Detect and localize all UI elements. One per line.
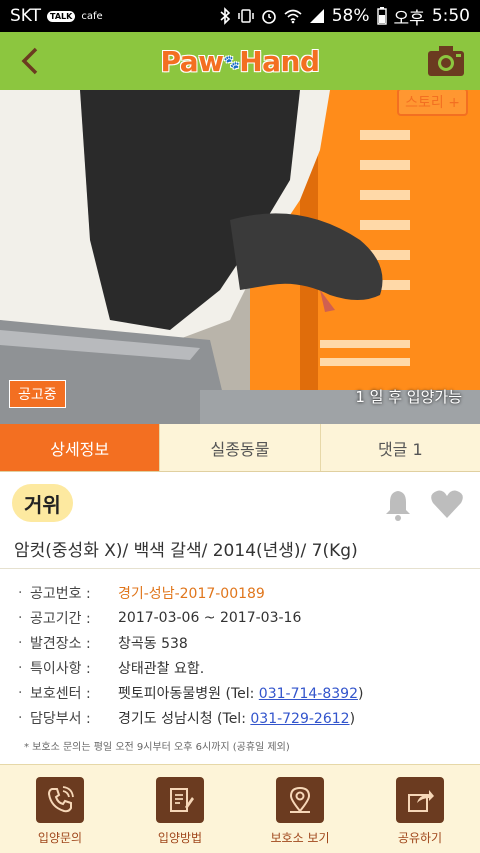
shelter-hours-note: * 보호소 문의는 평일 오전 9시부터 오후 6시까지 (공휴일 제외) bbox=[24, 742, 290, 753]
phone-icon bbox=[36, 777, 84, 823]
camera-icon bbox=[428, 46, 464, 76]
bell-icon[interactable] bbox=[382, 488, 414, 522]
detail-row-notice-period: · 공고기간 : 2017-03-06 ~ 2017-03-16 bbox=[18, 605, 468, 630]
battery-icon bbox=[376, 7, 387, 25]
detail-row-shelter: · 보호센터 : 펫토피아동물병원 (Tel: 031-714-8392) bbox=[18, 680, 468, 705]
ampm-label: 오후 bbox=[393, 8, 425, 29]
status-bar: SKT TALK cafe 58% 오후 5:50 bbox=[0, 0, 480, 32]
wifi-icon bbox=[284, 9, 302, 24]
tab-bar: 상세정보 실종동물 댓글 1 bbox=[0, 424, 480, 472]
bottom-label: 입양방법 bbox=[157, 831, 203, 845]
bottom-label: 공유하기 bbox=[397, 831, 443, 845]
animal-header: 거위 bbox=[0, 478, 480, 530]
share-icon bbox=[396, 777, 444, 823]
share-button[interactable]: 공유하기 bbox=[360, 765, 480, 853]
alarm-icon bbox=[261, 10, 276, 24]
paw-print-icon: 🐾 bbox=[223, 55, 240, 70]
adoption-method-button[interactable]: 입양방법 bbox=[120, 765, 240, 853]
adoption-availability: 1 일 후 입양가능 bbox=[355, 388, 462, 406]
back-button[interactable] bbox=[14, 42, 44, 80]
chevron-left-icon bbox=[21, 47, 38, 75]
section-divider bbox=[0, 568, 480, 569]
detail-label: 공고번호 : bbox=[30, 585, 91, 602]
detail-label: 발견장소 : bbox=[30, 635, 91, 652]
paren-close: ) bbox=[349, 710, 356, 727]
detail-row-found-place: · 발견장소 : 창곡동 538 bbox=[18, 630, 468, 655]
bluetooth-icon bbox=[220, 7, 230, 25]
detail-label: 특이사항 : bbox=[30, 660, 91, 677]
signal-icon bbox=[309, 9, 324, 23]
bullet: · bbox=[18, 634, 23, 651]
bullet: · bbox=[18, 684, 23, 701]
shelter-name: 펫토피아동물병원 (Tel: 031-714-8392) bbox=[118, 683, 363, 703]
kakaotalk-icon: TALK bbox=[47, 10, 76, 22]
clock: 5:50 bbox=[431, 6, 470, 26]
department-name: 경기도 성남시청 (Tel: 031-729-2612) bbox=[118, 708, 355, 728]
notice-number: 경기-성남-2017-00189 bbox=[118, 585, 265, 602]
notice-period: 2017-03-06 ~ 2017-03-16 bbox=[118, 609, 302, 626]
animal-summary: 암컷(중성화 X)/ 백색 갈색/ 2014(년생)/ 7(Kg) bbox=[14, 541, 358, 561]
detail-label: 담당부서 : bbox=[30, 710, 91, 727]
status-badge: 공고중 bbox=[9, 380, 66, 408]
found-place: 창곡동 538 bbox=[118, 635, 188, 652]
logo-text-paw: Paw bbox=[160, 44, 224, 78]
tab-details[interactable]: 상세정보 bbox=[0, 424, 161, 471]
cafe-notification: cafe bbox=[81, 10, 103, 22]
view-shelter-button[interactable]: 보호소 보기 bbox=[240, 765, 360, 853]
story-button[interactable]: 스토리 + bbox=[397, 90, 468, 116]
app-bar: Paw🐾Hand bbox=[0, 32, 480, 90]
document-icon bbox=[156, 777, 204, 823]
bullet: · bbox=[18, 584, 23, 601]
bullet: · bbox=[18, 609, 23, 626]
detail-row-special-notes: · 특이사항 : 상태관찰 요함. bbox=[18, 655, 468, 680]
bullet: · bbox=[18, 709, 23, 726]
bottom-label: 보호소 보기 bbox=[270, 831, 330, 845]
shelter-text: 펫토피아동물병원 (Tel: bbox=[118, 685, 259, 702]
detail-label: 보호센터 : bbox=[30, 685, 91, 702]
detail-label: 공고기간 : bbox=[30, 610, 91, 627]
location-pin-icon bbox=[276, 777, 324, 823]
animal-details: · 공고번호 : 경기-성남-2017-00189 · 공고기간 : 2017-… bbox=[18, 580, 468, 730]
tab-missing-animals[interactable]: 실종동물 bbox=[160, 424, 321, 471]
bottom-label: 입양문의 bbox=[37, 831, 83, 845]
carrier-label: SKT bbox=[10, 6, 42, 26]
goose-photo-illustration bbox=[0, 90, 480, 424]
animal-photo[interactable]: 스토리 + 공고중 1 일 후 입양가능 bbox=[0, 90, 480, 424]
app-logo: Paw🐾Hand bbox=[160, 44, 320, 78]
detail-row-notice-number: · 공고번호 : 경기-성남-2017-00189 bbox=[18, 580, 468, 605]
heart-icon[interactable] bbox=[430, 488, 464, 520]
detail-row-department: · 담당부서 : 경기도 성남시청 (Tel: 031-729-2612) bbox=[18, 705, 468, 730]
department-phone-link[interactable]: 031-729-2612 bbox=[250, 711, 349, 727]
department-text: 경기도 성남시청 (Tel: bbox=[118, 710, 251, 727]
adoption-inquiry-button[interactable]: 입양문의 bbox=[0, 765, 120, 853]
tab-comments[interactable]: 댓글 1 bbox=[321, 424, 480, 471]
camera-button[interactable] bbox=[426, 44, 466, 78]
battery-percent: 58% bbox=[331, 6, 370, 26]
special-notes: 상태관찰 요함. bbox=[118, 660, 205, 677]
bottom-action-bar: 입양문의 입양방법 보호소 보기 공유하기 bbox=[0, 764, 480, 853]
shelter-phone-link[interactable]: 031-714-8392 bbox=[259, 686, 358, 702]
bullet: · bbox=[18, 659, 23, 676]
paren-close: ) bbox=[357, 685, 364, 702]
vibrate-icon bbox=[237, 9, 254, 23]
animal-name: 거위 bbox=[12, 484, 73, 522]
logo-text-hand: Hand bbox=[239, 44, 320, 78]
